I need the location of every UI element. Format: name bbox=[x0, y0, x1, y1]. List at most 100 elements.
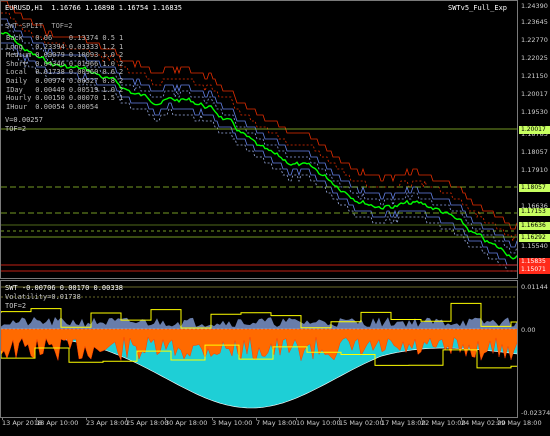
wave-cell: 0.00519 bbox=[68, 85, 99, 94]
date-tick-label: 17 May 18:00 bbox=[381, 419, 426, 427]
wave-cell: 0.00054 bbox=[68, 102, 99, 111]
wave-cell: 0.00449 bbox=[35, 85, 65, 94]
mt4-chart-window[interactable]: EURUSD,H1 1.16766 1.16898 1.16754 1.1683… bbox=[0, 0, 550, 436]
wave-row: Short 0.04346 0.01966 1.0 2 bbox=[6, 60, 127, 69]
tof-readout: TOF=2 bbox=[5, 125, 27, 133]
price-level-tag: 1.15835 bbox=[519, 258, 550, 266]
date-tick-label: 3 May 10:00 bbox=[212, 419, 253, 427]
price-tick-label: 1.24390 bbox=[521, 2, 548, 10]
price-chart-pane[interactable]: EURUSD,H1 1.16766 1.16898 1.16754 1.1683… bbox=[0, 0, 518, 279]
wave-cell: Long bbox=[6, 42, 23, 51]
swt-tick-label: 0.01144 bbox=[521, 283, 548, 291]
price-level-tag: 1.17153 bbox=[519, 208, 550, 216]
wave-cell: 1.0 bbox=[102, 51, 115, 60]
date-tick-label: 25 Apr 18:00 bbox=[126, 419, 169, 427]
price-tick-label: 1.20017 bbox=[521, 90, 548, 98]
price-tick-label: 1.21150 bbox=[521, 72, 548, 80]
wave-cell: 0.6 bbox=[102, 68, 115, 77]
wave-cell bbox=[102, 103, 119, 112]
symbol-header: EURUSD,H1 1.16766 1.16898 1.16754 1.1683… bbox=[5, 4, 183, 12]
price-tick-label: 1.22025 bbox=[521, 54, 548, 62]
wave-cell bbox=[119, 103, 127, 112]
indicator-name: SWTv5_Full_Exp bbox=[448, 4, 508, 12]
wave-cell: IHour bbox=[6, 102, 28, 111]
price-level-tag: 1.16292 bbox=[519, 234, 550, 242]
price-level-tag: 1.15071 bbox=[519, 266, 550, 274]
wave-cell: 0.01738 bbox=[35, 68, 65, 77]
wave-cell: 2 bbox=[118, 59, 124, 68]
wave-cell: Medium bbox=[6, 51, 32, 60]
wave-row: Long 0.23394 0.03333 1.2 1 bbox=[6, 43, 127, 52]
price-tick-label: 1.18057 bbox=[521, 148, 548, 156]
date-tick-label: 15 May 02:00 bbox=[339, 419, 384, 427]
date-tick-label: 10 May 10:00 bbox=[296, 419, 341, 427]
date-tick-label: 7 May 18:00 bbox=[256, 419, 297, 427]
date-tick-label: 18 Apr 10:00 bbox=[36, 419, 79, 427]
wave-cell: 0.23394 bbox=[35, 42, 65, 51]
wave-table: Back 0.06 0.13374 0.5 1 Long 0.23394 0.03333 1.2… bbox=[6, 34, 127, 111]
swt-indicator-pane[interactable]: SWT -0.00706 0.00170 0.00338 Volatility=… bbox=[0, 280, 518, 418]
date-tick-mark bbox=[86, 417, 87, 420]
wave-cell: Back bbox=[6, 34, 23, 42]
price-axis[interactable]: 1.24390 1.23645 1.22770 1.22025 1.21150 1.200… bbox=[518, 0, 550, 418]
wave-cell: 1 bbox=[118, 94, 124, 103]
date-tick-mark bbox=[497, 417, 498, 420]
wave-cell: 0.00150 bbox=[35, 94, 65, 103]
date-tick-mark bbox=[421, 417, 422, 420]
price-tick-label: 1.22770 bbox=[521, 36, 548, 44]
wave-row: IDay 0.00449 0.00519 1.0 2 bbox=[6, 86, 127, 95]
v-readout: V=0.00257 bbox=[5, 116, 43, 124]
swt-tick-label: 0.00 bbox=[521, 326, 536, 334]
wave-cell: 0.03333 bbox=[68, 42, 99, 51]
wave-cell: 0.01966 bbox=[68, 59, 99, 68]
swt-tof-readout: TOF=2 bbox=[5, 302, 27, 310]
wave-cell: 0.5 bbox=[102, 34, 115, 42]
price-level-tag: 1.20017 bbox=[519, 126, 550, 134]
date-tick-mark bbox=[339, 417, 340, 420]
swt-header: SWT -0.00706 0.00170 0.00338 bbox=[5, 284, 124, 292]
wave-cell: 1 bbox=[118, 34, 124, 42]
wave-cell: 1.0 bbox=[102, 59, 115, 68]
wave-cell: 0.04346 bbox=[35, 59, 65, 68]
wave-cell: Short bbox=[6, 59, 28, 68]
date-tick-label: 23 Apr 18:00 bbox=[86, 419, 129, 427]
wave-cell: 2 bbox=[118, 51, 124, 60]
price-level-tag: 1.16636 bbox=[519, 222, 550, 230]
wave-cell: 2 bbox=[118, 76, 124, 85]
volatility-readout: Volatility=0.01738 bbox=[5, 293, 81, 301]
wave-cell: 0.8 bbox=[102, 76, 115, 85]
wave-cell: IDay bbox=[6, 85, 23, 94]
wave-cell: 0.10093 bbox=[68, 51, 99, 60]
wave-cell: 1.0 bbox=[102, 85, 115, 94]
price-tick-label: 1.19530 bbox=[521, 108, 548, 116]
wave-cell: Local bbox=[6, 68, 28, 77]
wave-cell: 0.00974 bbox=[35, 76, 65, 85]
date-tick-mark bbox=[212, 417, 213, 420]
wave-cell: 0.09079 bbox=[35, 51, 65, 60]
date-tick-mark bbox=[461, 417, 462, 420]
wave-row: Hourly 0.00150 0.00070 1.5 1 bbox=[6, 94, 127, 103]
wave-cell: 0.00054 bbox=[35, 102, 65, 111]
date-tick-label: 29 May 18:00 bbox=[497, 419, 542, 427]
date-tick-mark bbox=[36, 417, 37, 420]
wave-row: Back 0.06 0.13374 0.5 1 bbox=[6, 34, 127, 43]
wave-cell: 1 bbox=[118, 42, 124, 51]
overlay-title: SWT-SPLIT TOF=2 bbox=[5, 22, 73, 30]
wave-cell: 2 bbox=[118, 68, 124, 77]
date-tick-mark bbox=[381, 417, 382, 420]
date-tick-label: 22 May 10:00 bbox=[421, 419, 466, 427]
date-tick-mark bbox=[2, 417, 3, 420]
wave-cell: 1.2 bbox=[102, 42, 115, 51]
wave-row: Medium 0.09079 0.10093 1.0 2 bbox=[6, 51, 127, 60]
date-tick-mark bbox=[165, 417, 166, 420]
date-tick-mark bbox=[296, 417, 297, 420]
wave-cell: 0.00960 bbox=[68, 68, 99, 77]
wave-cell: Daily bbox=[6, 76, 28, 85]
wave-cell: 1.5 bbox=[102, 94, 115, 103]
swt-plot bbox=[1, 286, 517, 409]
date-tick-mark bbox=[256, 417, 257, 420]
price-level-tag: 1.18057 bbox=[519, 184, 550, 192]
wave-cell: 0.06 bbox=[35, 34, 53, 42]
price-tick-label: 1.15540 bbox=[521, 242, 548, 250]
wave-row: Daily 0.00974 0.00527 0.8 2 bbox=[6, 77, 127, 86]
